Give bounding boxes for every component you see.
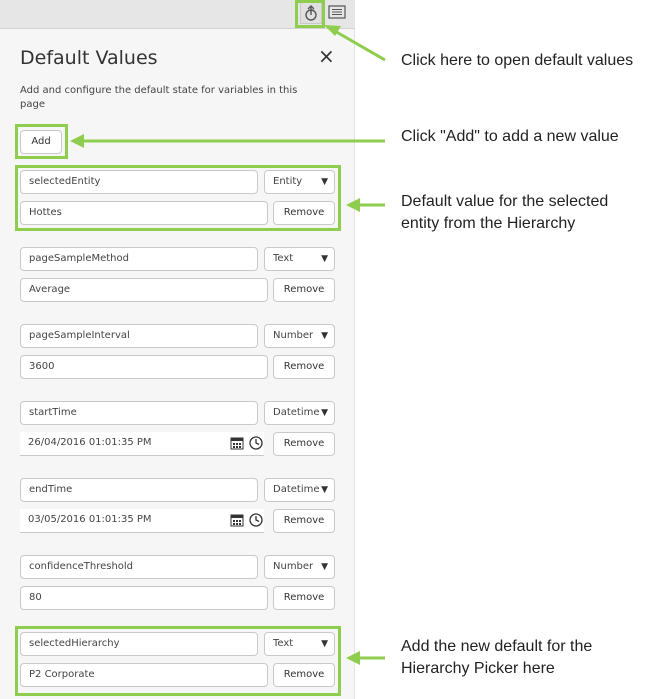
variable-type-label: Datetime [273,484,320,495]
remove-button[interactable]: Remove [273,355,335,379]
callout-add-value: Click "Add" to add a new value [401,128,619,145]
clock-icon[interactable] [249,513,263,527]
callout-entity-default: Default value for the selected entity fr… [401,193,609,232]
dropdown-arrow-icon: ▼ [321,485,328,495]
datetime-value: 03/05/2016 01:01:35 PM [28,514,152,525]
entity-row-highlight [15,165,341,231]
callout-hierarchy-default: Add the new default for the Hierarchy Pi… [401,638,593,677]
list-view-icon[interactable] [327,2,349,24]
datetime-value: 26/04/2016 01:01:35 PM [28,437,152,448]
remove-button[interactable]: Remove [273,432,335,456]
remove-button[interactable]: Remove [273,509,335,533]
variable-type-select[interactable]: Text ▼ [264,247,335,271]
toolbar-highlight [295,0,325,28]
variable-type-select[interactable]: Number ▼ [264,555,335,579]
variable-value-input[interactable]: 80 [20,586,268,610]
variable-name-input[interactable]: pageSampleInterval [20,324,258,348]
variable-name-input[interactable]: pageSampleMethod [20,247,258,271]
dropdown-arrow-icon: ▼ [321,408,328,418]
dropdown-arrow-icon: ▼ [321,331,328,341]
variable-type-label: Number [273,330,314,341]
datetime-input[interactable]: 26/04/2016 01:01:35 PM [20,432,264,456]
variable-name-input[interactable]: endTime [20,478,258,502]
remove-button[interactable]: Remove [273,278,335,302]
variable-value-input[interactable]: Average [20,278,268,302]
panel-title: Default Values [20,47,158,69]
clock-icon[interactable] [249,436,263,450]
dropdown-arrow-icon: ▼ [321,562,328,572]
panel-description: Add and configure the default state for … [20,85,298,110]
variable-type-label: Text [273,253,294,264]
calendar-icon[interactable] [230,436,244,450]
remove-button[interactable]: Remove [273,586,335,610]
add-highlight [15,124,68,159]
variable-type-select[interactable]: Datetime ▼ [264,401,335,425]
hierarchy-row-highlight [15,626,341,696]
variable-type-select[interactable]: Datetime ▼ [264,478,335,502]
variable-type-select[interactable]: Number ▼ [264,324,335,348]
variable-type-label: Datetime [273,407,320,418]
variable-name-input[interactable]: confidenceThreshold [20,555,258,579]
calendar-icon[interactable] [230,513,244,527]
dropdown-arrow-icon: ▼ [321,254,328,264]
callout-open-defaults: Click here to open default values [401,52,634,69]
variable-type-label: Number [273,561,314,572]
variable-value-input[interactable]: 3600 [20,355,268,379]
close-icon[interactable]: × [318,44,335,68]
datetime-input[interactable]: 03/05/2016 01:01:35 PM [20,509,264,533]
variable-name-input[interactable]: startTime [20,401,258,425]
